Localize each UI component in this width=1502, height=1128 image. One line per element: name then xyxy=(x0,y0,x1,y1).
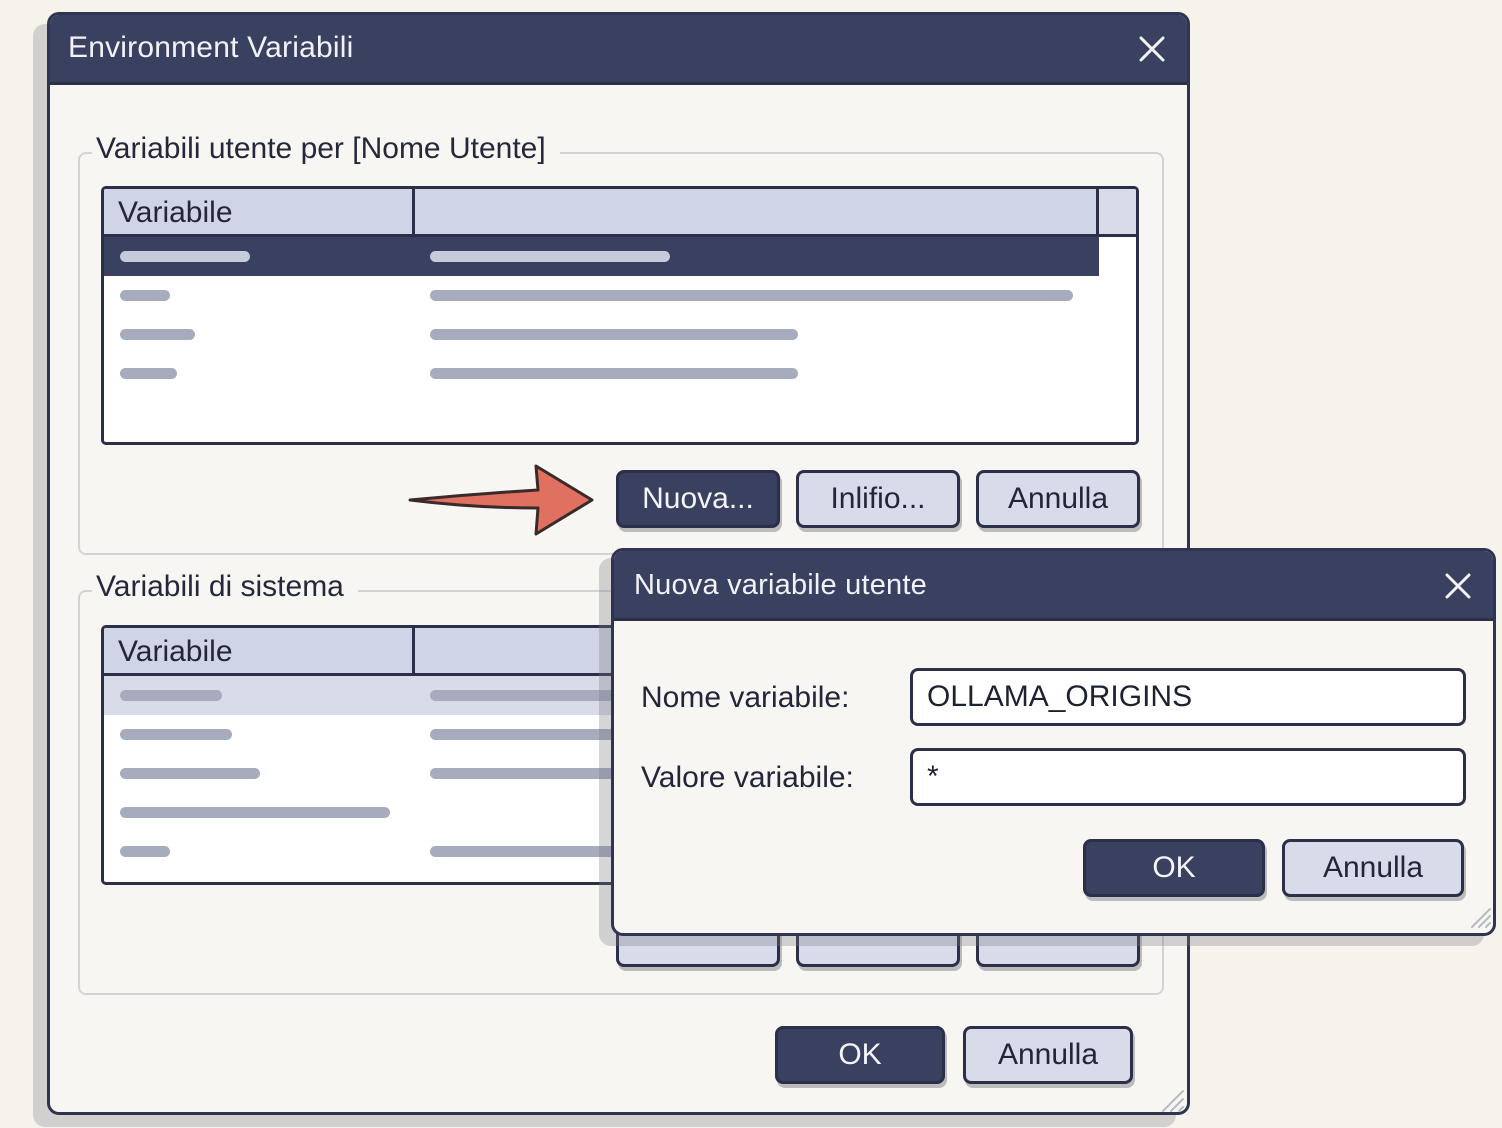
close-icon xyxy=(1445,573,1471,599)
table-row[interactable] xyxy=(104,354,1099,393)
close-icon xyxy=(1139,36,1165,62)
placeholder-text-bar xyxy=(120,329,195,340)
placeholder-text-bar xyxy=(430,290,1073,301)
placeholder-text-bar xyxy=(430,251,670,262)
column-header-value[interactable] xyxy=(415,189,1099,234)
dialog-title: Nuova variabile utente xyxy=(634,569,927,601)
dialog-close-button[interactable] xyxy=(1436,564,1480,608)
system-variables-group-label: Variabili di sistema xyxy=(92,570,358,604)
resize-grip-icon[interactable] xyxy=(1464,901,1492,933)
variable-value-label: Valore variabile: xyxy=(641,761,854,794)
new-user-variable-dialog: Nuova variabile utente Nome variabile: O… xyxy=(611,548,1496,936)
window-close-button[interactable] xyxy=(1130,27,1174,71)
placeholder-text-bar xyxy=(120,807,390,818)
dialog-ok-button[interactable]: OK xyxy=(1083,839,1265,897)
placeholder-text-bar xyxy=(430,368,798,379)
variable-name-field[interactable]: OLLAMA_ORIGINS xyxy=(910,668,1466,726)
user-cancel-button[interactable]: Annulla xyxy=(976,470,1140,528)
placeholder-text-bar xyxy=(120,251,250,262)
column-header-variable[interactable]: Variabile xyxy=(104,628,415,673)
table-row[interactable] xyxy=(104,237,1099,276)
placeholder-text-bar xyxy=(120,690,222,701)
placeholder-text-bar xyxy=(430,329,798,340)
table-row[interactable] xyxy=(104,276,1099,315)
list-header-filler xyxy=(1099,189,1136,234)
placeholder-text-bar xyxy=(120,846,170,857)
placeholder-text-bar xyxy=(120,729,232,740)
user-variables-list[interactable]: Variabile xyxy=(101,186,1139,445)
dialog-titlebar[interactable]: Nuova variabile utente xyxy=(614,551,1493,621)
table-row[interactable] xyxy=(104,315,1099,354)
window-titlebar[interactable]: Environment Variabili xyxy=(50,15,1187,85)
user-edit-button[interactable]: Inlifio... xyxy=(796,470,960,528)
arrow-pointer-icon xyxy=(404,460,598,545)
resize-grip-icon[interactable] xyxy=(1155,1083,1185,1112)
variable-name-label: Nome variabile: xyxy=(641,681,850,714)
variable-value-field[interactable]: * xyxy=(910,748,1466,806)
placeholder-text-bar xyxy=(120,368,177,379)
user-variables-group-label: Variabili utente per [Nome Utente] xyxy=(92,132,560,166)
window-cancel-button[interactable]: Annulla xyxy=(963,1026,1133,1084)
user-new-button[interactable]: Nuova... xyxy=(616,470,780,528)
window-title: Environment Variabili xyxy=(68,31,354,64)
column-header-variable[interactable]: Variabile xyxy=(104,189,415,234)
dialog-cancel-button[interactable]: Annulla xyxy=(1282,839,1464,897)
window-ok-button[interactable]: OK xyxy=(775,1026,945,1084)
placeholder-text-bar xyxy=(120,290,170,301)
placeholder-text-bar xyxy=(120,768,260,779)
user-variables-list-header: Variabile xyxy=(104,189,1136,237)
